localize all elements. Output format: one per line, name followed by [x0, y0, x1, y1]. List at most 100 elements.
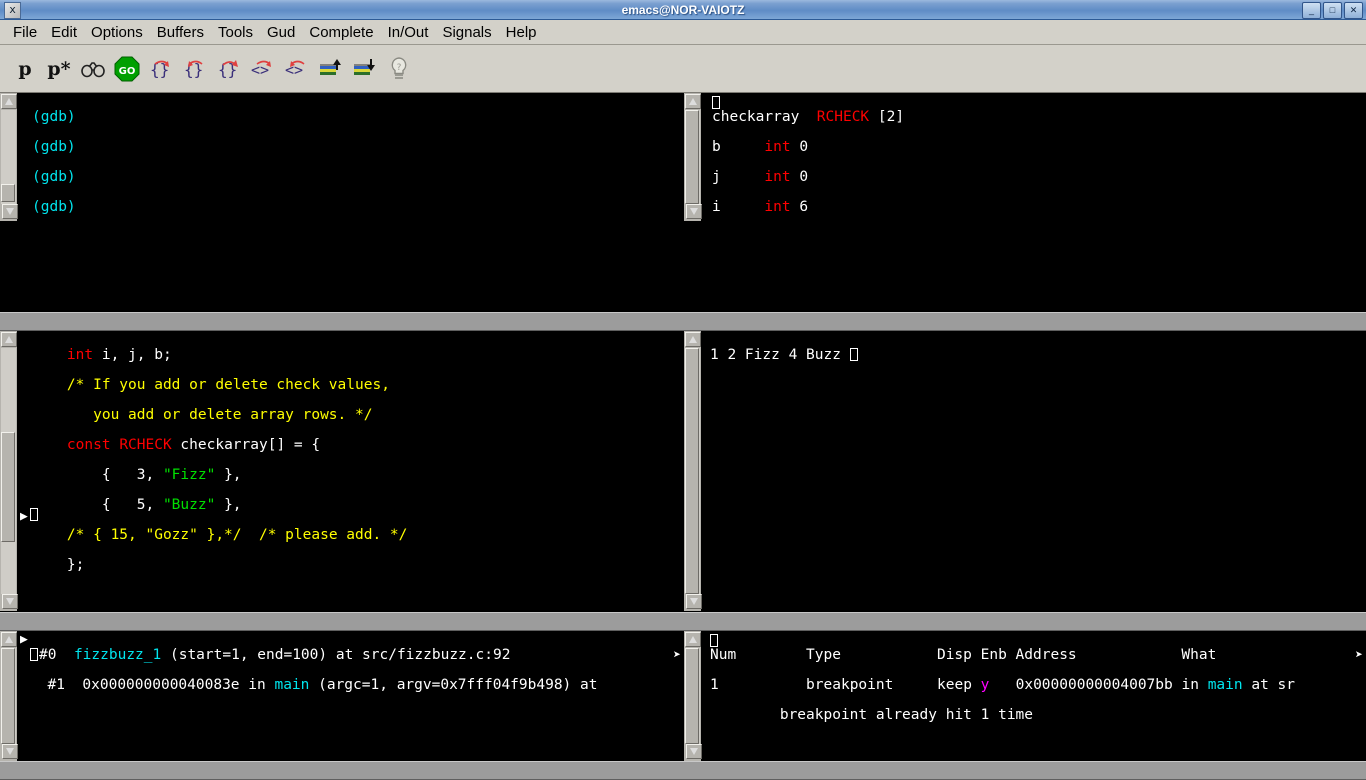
frame-0-args: (start=1, end=100) at src/fizzbuzz.c:92 — [161, 647, 511, 663]
code-comment: /* If you add or delete check values, — [32, 377, 390, 393]
menu-edit[interactable]: Edit — [44, 23, 84, 42]
breakpoints-scroll-up-arrow[interactable] — [685, 632, 701, 647]
source-scroll-up-arrow[interactable] — [1, 332, 17, 347]
frames-scrollbar[interactable] — [0, 631, 18, 761]
io-output-line: 1 2 Fizz 4 Buzz — [710, 347, 850, 363]
gud-scroll-down-arrow[interactable] — [2, 204, 18, 219]
close-button[interactable]: ✕ — [1344, 2, 1363, 19]
source-buffer-text[interactable]: int i, j, b; /* If you add or delete che… — [32, 333, 503, 611]
svg-text:<>: <> — [285, 61, 303, 79]
bp-0-what-in: in — [1181, 677, 1208, 693]
locals-scroll-up-arrow[interactable] — [685, 94, 701, 109]
print-label: p — [18, 57, 32, 80]
print-star-label: p* — [47, 57, 71, 80]
code-comment: /* please add. */ — [258, 527, 408, 543]
menu-inout[interactable]: In/Out — [381, 23, 436, 42]
step-out-finish-button[interactable]: {} — [212, 52, 246, 86]
bp-0-type: breakpoint — [806, 677, 894, 693]
tooltip-lightbulb-icon[interactable]: ? — [382, 52, 416, 86]
frame-1-args: (argc=1, argv=0x7fff04f9b498) at — [309, 677, 598, 693]
local-3-type: int — [764, 199, 791, 215]
print-button[interactable]: p — [8, 52, 42, 86]
local-1-type: int — [764, 139, 791, 155]
pane-input-output: 1 2 Fizz 4 Buzz — [684, 331, 1366, 611]
local-2-value: 0 — [799, 169, 809, 185]
frame-0-function: fizzbuzz_1 — [73, 647, 162, 663]
source-scroll-down-arrow[interactable] — [2, 594, 18, 609]
gud-fringe-left — [18, 93, 30, 221]
svg-text:<>: <> — [251, 61, 269, 79]
io-scrollbar[interactable] — [684, 331, 702, 611]
down-frame-button[interactable] — [348, 52, 382, 86]
source-fringe-left — [18, 331, 30, 611]
window-title: emacs@NOR-VAIOTZ — [621, 3, 745, 17]
locals-scrollbar[interactable] — [684, 93, 702, 221]
menu-buffers[interactable]: Buffers — [150, 23, 211, 42]
menu-help[interactable]: Help — [499, 23, 544, 42]
local-0-value: [2] — [877, 109, 905, 125]
local-1-value: 0 — [799, 139, 809, 155]
breakpoints-truncation-arrow: ➤ — [1355, 648, 1363, 663]
frames-scroll-thumb[interactable] — [1, 648, 15, 744]
minimize-button[interactable]: _ — [1302, 2, 1321, 19]
execution-marker-arrow: ▶ — [20, 509, 28, 524]
menu-file[interactable]: File — [6, 23, 44, 42]
locals-buffer-text[interactable]: checkarray RCHECK [2] b int 0 j int 0 i … — [712, 95, 904, 221]
locals-scroll-down-arrow[interactable] — [686, 204, 702, 219]
bp-0-num: 1 — [710, 677, 719, 693]
gud-scroll-thumb[interactable] — [1, 184, 15, 202]
locals-scroll-thumb[interactable] — [685, 110, 699, 204]
print-star-button[interactable]: p* — [42, 52, 76, 86]
local-2-type: int — [764, 169, 791, 185]
locals-cursor — [712, 96, 720, 109]
code-keyword-const: const — [66, 437, 111, 453]
code-comment: you add or delete array rows. */ — [32, 407, 373, 423]
menu-signals[interactable]: Signals — [435, 23, 498, 42]
frames-buffer-text[interactable]: #0 fizzbuzz_1 (start=1, end=100) at src/… — [30, 633, 597, 708]
source-scroll-thumb[interactable] — [1, 432, 15, 542]
source-cursor — [30, 508, 38, 521]
code-type-int: int — [66, 347, 94, 363]
breakpoints-scrollbar[interactable] — [684, 631, 702, 761]
frames-scroll-up-arrow[interactable] — [1, 632, 17, 647]
breakpoints-scroll-down-arrow[interactable] — [686, 744, 702, 759]
go-run-button[interactable]: GO — [110, 52, 144, 86]
gdb-prompt: (gdb) — [32, 109, 76, 125]
gud-scroll-up-arrow[interactable] — [1, 94, 17, 109]
modeline-frames[interactable]: -u:%* *stack frames of a.out* All (1,0) … — [0, 761, 690, 780]
breakpoints-buffer-text[interactable]: Num Type Disp Enb Address What 1 breakpo… — [710, 633, 1295, 738]
menu-gud[interactable]: Gud — [260, 23, 302, 42]
source-scrollbar[interactable] — [0, 331, 18, 611]
frame-1-num: #1 — [47, 677, 65, 693]
modeline-breakpoints[interactable]: -u:%* *breakpoints of a.out* All (1,0) (… — [684, 761, 1366, 780]
gud-buffer-text[interactable]: (gdb) (gdb) (gdb) (gdb) (gdb) (gdb) (gdb… — [32, 95, 102, 221]
modeline-io[interactable]: -u:** *input/output of a.out* All (1,16)… — [684, 612, 1366, 631]
gud-scrollbar[interactable] — [0, 93, 18, 221]
io-scroll-thumb[interactable] — [685, 348, 699, 594]
pane-breakpoints: Num Type Disp Enb Address What 1 breakpo… — [684, 631, 1366, 761]
step-over-next-button[interactable]: {} — [178, 52, 212, 86]
frames-scroll-down-arrow[interactable] — [2, 744, 18, 759]
io-scroll-down-arrow[interactable] — [686, 594, 702, 609]
watch-binoculars-icon[interactable] — [76, 52, 110, 86]
modeline-gud[interactable]: -u:** *gud-a.out* Bot (78,6) (Debugger:r… — [0, 312, 690, 331]
breakpoints-scroll-thumb[interactable] — [685, 648, 699, 744]
frame-0-num: #0 — [39, 647, 57, 663]
emacs-frame: (gdb) (gdb) (gdb) (gdb) (gdb) (gdb) (gdb… — [0, 93, 1366, 780]
nexti-button[interactable]: <> — [280, 52, 314, 86]
menu-tools[interactable]: Tools — [211, 23, 260, 42]
frame-1-addr: 0x000000000040083e in — [82, 677, 275, 693]
code-string-buzz: "Buzz" — [162, 497, 216, 513]
modeline-locals[interactable]: -u:%* *locals of a.out* All (1,0) (Local… — [684, 312, 1366, 331]
step-into-button[interactable]: {} — [144, 52, 178, 86]
io-scroll-up-arrow[interactable] — [685, 332, 701, 347]
frames-truncation-arrow: ➤ — [673, 648, 681, 663]
pane-source: ▶ int i, j, b; /* If you add or delete c… — [0, 331, 684, 611]
maximize-button[interactable]: □ — [1323, 2, 1342, 19]
up-frame-button[interactable] — [314, 52, 348, 86]
modeline-source[interactable]: --:-- fizzbuzz.c 37% (92,0) (C/l Develoc… — [0, 612, 690, 631]
stepi-button[interactable]: <> — [246, 52, 280, 86]
io-buffer-text[interactable]: 1 2 Fizz 4 Buzz — [710, 333, 858, 378]
menu-options[interactable]: Options — [84, 23, 150, 42]
menu-complete[interactable]: Complete — [302, 23, 380, 42]
